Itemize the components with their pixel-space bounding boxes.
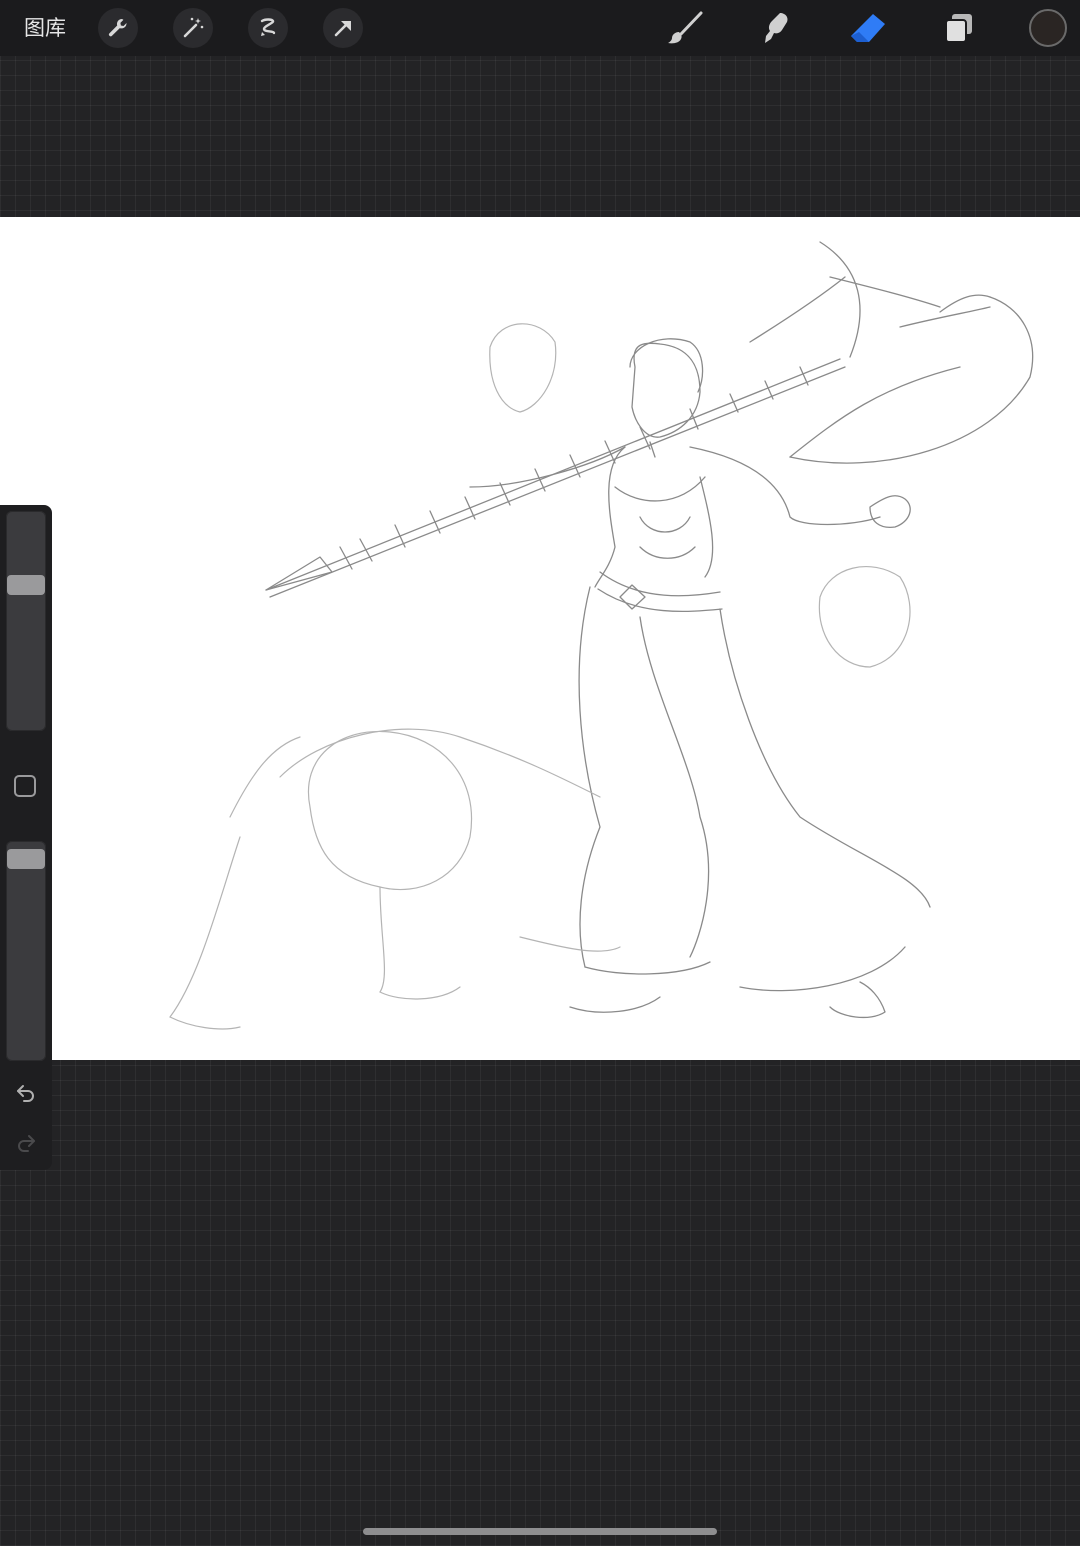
brush-tool-button[interactable] — [664, 8, 708, 48]
smudge-tool-button[interactable] — [754, 8, 798, 48]
eraser-icon — [851, 14, 885, 42]
brush-size-slider[interactable] — [6, 511, 46, 731]
brush-icon — [668, 11, 703, 44]
modify-square-icon[interactable] — [14, 775, 36, 797]
color-picker-button[interactable] — [1029, 9, 1067, 47]
undo-icon — [17, 1085, 34, 1102]
selection-icon — [260, 18, 276, 36]
layers-icon — [945, 14, 972, 43]
selection-button[interactable] — [248, 8, 288, 48]
redo-icon — [18, 1135, 35, 1152]
smudge-icon — [765, 13, 788, 43]
wrench-icon — [108, 18, 127, 37]
eraser-tool-button[interactable] — [846, 8, 890, 48]
brush-size-thumb[interactable] — [7, 575, 45, 595]
magic-wand-icon — [183, 17, 204, 38]
top-toolbar: 图库 — [0, 0, 1080, 56]
actions-button[interactable] — [98, 8, 138, 48]
gallery-button[interactable]: 图库 — [24, 15, 66, 41]
opacity-slider[interactable] — [6, 841, 46, 1061]
left-sidebar — [0, 505, 52, 1170]
layers-button[interactable] — [936, 8, 980, 48]
character-sketch — [169, 241, 1034, 1030]
redo-button[interactable] — [12, 1129, 40, 1157]
opacity-thumb[interactable] — [7, 849, 45, 869]
transform-arrow-icon — [334, 21, 351, 37]
drawing-canvas[interactable] — [0, 217, 1080, 1060]
home-indicator[interactable] — [363, 1528, 717, 1535]
adjustments-button[interactable] — [173, 8, 213, 48]
undo-button[interactable] — [12, 1079, 40, 1107]
transform-button[interactable] — [323, 8, 363, 48]
